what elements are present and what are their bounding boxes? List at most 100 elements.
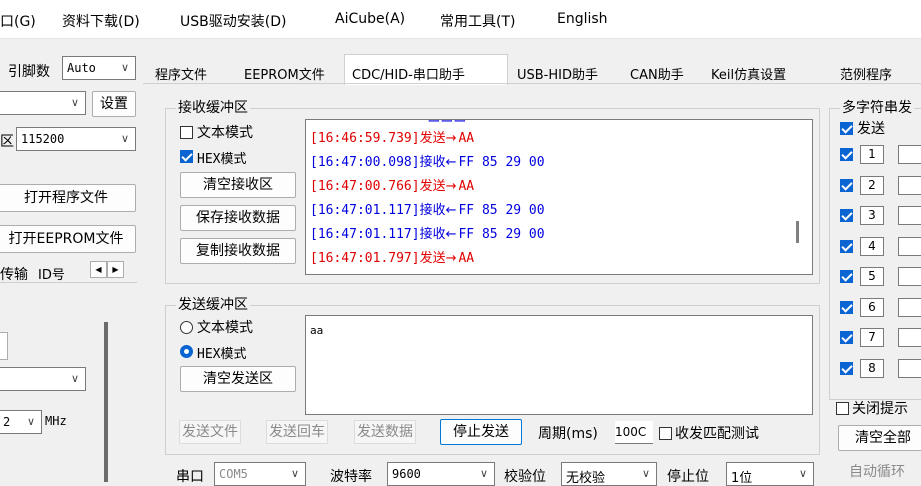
multi-row-checkbox[interactable] [840,178,853,192]
multi-row-input[interactable] [898,267,921,286]
stop-send-button[interactable]: 停止发送 [440,419,522,445]
log-time: [16:46:59.739] [310,131,420,146]
tab-usb-hid[interactable]: USB-HID助手 [517,64,598,83]
multi-row-checkbox[interactable] [840,209,853,222]
chevron-down-icon: ∨ [70,372,80,385]
receive-text-mode-label: 文本模式 [197,125,253,141]
port-select[interactable]: COM5 ∨ [214,462,306,486]
tab-examples[interactable]: 范例程序 [840,64,892,83]
tab-scroll-right-icon[interactable]: ▶ [107,261,124,278]
copy-receive-button[interactable]: 复制接收数据 [180,238,296,264]
period-label: 周期(ms) [538,426,598,442]
receive-text-mode-checkbox[interactable] [180,126,193,139]
send-data-button[interactable]: 发送数据 [354,420,416,444]
multi-row-checkbox[interactable] [840,239,853,253]
log-data: AA [458,251,475,266]
stop-bits-label: 停止位 [667,469,709,485]
receive-hex-mode-checkbox[interactable] [180,150,193,163]
multi-row-number-button[interactable]: 1 [860,145,884,164]
menu-item-aicube[interactable]: AiCube(A) [335,11,405,27]
clear-send-button[interactable]: 清空发送区 [180,366,296,392]
multi-row-number-button[interactable]: 7 [860,328,884,347]
tab-divider [143,83,921,84]
open-eeprom-button[interactable]: 打开EEPROM文件 [0,225,136,253]
multi-row-checkbox[interactable] [840,361,853,375]
multi-send-checkbox[interactable] [840,122,853,135]
stop-bits-select[interactable]: 1位 ∨ [726,462,814,486]
mhz-select[interactable]: 2 ∨ [0,410,42,434]
auto-loop-label: 自动循环 [849,464,905,480]
multi-row-input[interactable] [898,328,921,347]
send-input[interactable]: aa [305,315,813,415]
close-tip-checkbox[interactable] [836,402,849,415]
bottom-baud-select[interactable]: 9600 ∨ [387,462,495,486]
clear-all-button[interactable]: 清空全部 [838,425,921,451]
multi-row-number-button[interactable]: 5 [860,267,884,286]
multi-row-input[interactable] [898,206,921,225]
menu-item-english[interactable]: English [557,11,608,27]
tab-scroll-left-icon[interactable]: ◀ [90,261,107,278]
open-program-button[interactable]: 打开程序文件 [0,184,136,212]
send-file-button[interactable]: 发送文件 [179,420,241,444]
clear-receive-button[interactable]: 清空接收区 [180,172,296,198]
log-line: [16:46:59.739]发送→ AA [310,127,474,146]
multi-row-checkbox[interactable] [840,148,853,161]
loopback-test-checkbox[interactable] [659,427,672,440]
baud-select[interactable]: 115200 ∨ [16,127,136,151]
menu-item-tools[interactable]: 常用工具(T) [440,11,515,31]
log-time: [16:47:01.117] [310,203,420,218]
multi-row-input[interactable] [898,175,921,195]
log-data: FF 85 29 00 [458,227,545,242]
tab-transfer[interactable]: 传输 [0,264,28,284]
log-data: AA [458,179,475,194]
send-hex-mode-radio[interactable] [180,345,193,358]
menu-item-download[interactable]: 资料下载(D) [62,11,140,31]
send-hex-mode-label: HEX模式 [197,347,247,362]
left-partial-button[interactable] [0,332,8,360]
multi-row-number-button[interactable]: 6 [860,297,884,317]
menu-item-usb-driver[interactable]: USB驱动安装(D) [180,11,286,31]
send-enter-button[interactable]: 发送回车 [266,420,328,444]
receive-buffer-title: 接收缓冲区 [176,97,250,117]
log-line: [16:47:00.766]发送→ AA [310,175,474,194]
device-select[interactable]: ∨ [0,91,86,115]
tab-can[interactable]: CAN助手 [630,64,684,83]
multi-row-checkbox[interactable] [840,270,853,283]
multi-row-input[interactable] [898,145,921,164]
menu-item-port[interactable]: 口(G) [0,11,36,31]
tab-program-file[interactable]: 程序文件 [155,64,207,83]
pin-count-select[interactable]: Auto ∨ [62,56,136,80]
port-label: 串口 [176,469,204,485]
multi-row-number-button[interactable]: 2 [860,175,884,195]
left-slider-track[interactable] [104,322,108,482]
send-text-mode-radio[interactable] [180,321,193,334]
multi-row-checkbox[interactable] [840,300,853,314]
log-dir: 接收← [419,227,457,242]
settings-button[interactable]: 设置 [92,91,136,117]
tab-serial-assistant[interactable]: CDC/HID-串口助手 [352,64,465,83]
multi-row-input[interactable] [898,236,921,256]
left-option-select[interactable]: ∨ [0,367,86,391]
period-input[interactable]: 100C [615,421,653,444]
multi-row-number-button[interactable]: 4 [860,236,884,256]
multi-string-title: 多字符串发 [840,97,914,117]
receive-scrollbar-thumb[interactable] [796,221,799,243]
baud-label: 区 [0,134,14,150]
multi-row-checkbox[interactable] [840,331,853,344]
save-receive-button[interactable]: 保存接收数据 [180,205,296,231]
parity-select[interactable]: 无校验 ∨ [561,462,657,486]
tab-eeprom-file[interactable]: EEPROM文件 [244,64,325,83]
log-line: [16:47:01.797]发送→ AA [310,247,474,266]
multi-row-input[interactable] [898,297,921,317]
tab-id[interactable]: ID号 [38,264,65,283]
tab-keil[interactable]: Keil仿真设置 [711,64,786,83]
receive-log[interactable]: ーーー [16:46:59.739]发送→ AA [16:47:00.098]接收←… [305,119,813,275]
log-dir: 发送→ [419,179,457,194]
multi-row-input[interactable] [898,358,921,378]
chevron-down-icon: ∨ [290,467,300,480]
log-dir: 接收← [419,155,457,170]
multi-row-number-button[interactable]: 3 [860,206,884,225]
log-data: FF 85 29 00 [458,203,545,218]
send-text-mode-label: 文本模式 [197,320,253,336]
multi-row-number-button[interactable]: 8 [860,358,884,378]
